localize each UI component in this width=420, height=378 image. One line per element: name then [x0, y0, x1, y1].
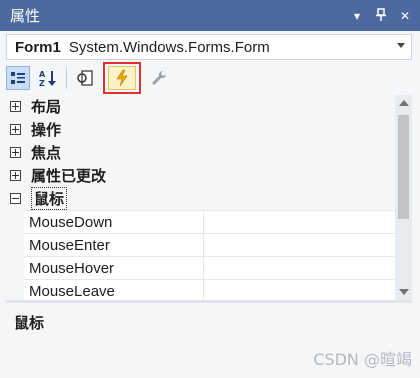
- svg-text:Z: Z: [39, 79, 45, 87]
- object-name: Form1: [15, 38, 61, 56]
- title-controls: ▾ ✕: [350, 0, 412, 31]
- category-mouse[interactable]: 鼠标: [6, 187, 395, 210]
- property-grid: 布局 操作 焦点 属性已更改 鼠标 MouseDown MouseEnter M…: [6, 95, 395, 300]
- event-handler-field[interactable]: [204, 257, 395, 279]
- svg-text:A: A: [39, 70, 46, 79]
- alphabetical-button[interactable]: A Z: [36, 66, 60, 90]
- event-name: MouseEnter: [24, 234, 204, 256]
- category-label: 鼠标: [31, 187, 68, 210]
- expand-icon[interactable]: [10, 147, 21, 158]
- close-icon[interactable]: ✕: [398, 10, 412, 22]
- scroll-down-icon[interactable]: [399, 289, 409, 295]
- category-label: 焦点: [31, 144, 62, 162]
- event-handler-field[interactable]: [204, 211, 395, 233]
- event-name: MouseHover: [24, 257, 204, 279]
- watermark: CSDN @暄竭: [313, 350, 412, 369]
- description-title: 鼠标: [14, 314, 45, 332]
- category-layout[interactable]: 布局: [6, 95, 395, 118]
- event-name: MouseDown: [24, 211, 204, 233]
- title-bar[interactable]: 属性 ▾ ✕: [0, 0, 420, 31]
- category-label: 操作: [31, 121, 62, 139]
- properties-toolbar: A Z: [6, 62, 412, 94]
- event-handler-field[interactable]: [204, 280, 395, 300]
- object-selector[interactable]: Form1 System.Windows.Forms.Form: [6, 34, 412, 60]
- alphabetical-sort-icon: A Z: [39, 70, 56, 87]
- panel-title: 属性: [10, 7, 41, 25]
- category-focus[interactable]: 焦点: [6, 141, 395, 164]
- event-row-mousedown[interactable]: MouseDown: [24, 210, 395, 233]
- category-property-changed[interactable]: 属性已更改: [6, 164, 395, 187]
- events-button[interactable]: [103, 62, 141, 94]
- expand-icon[interactable]: [10, 101, 21, 112]
- event-handler-field[interactable]: [204, 234, 395, 256]
- property-pages-button[interactable]: [73, 66, 97, 90]
- expand-icon[interactable]: [10, 124, 21, 135]
- object-type: System.Windows.Forms.Form: [68, 38, 270, 56]
- collapse-icon[interactable]: [10, 193, 21, 204]
- events-lightning-icon: [116, 69, 128, 87]
- category-label: 布局: [31, 98, 62, 116]
- event-row-mouseleave[interactable]: MouseLeave: [24, 279, 395, 300]
- properties-panel: 属性 ▾ ✕ Form1 System.Windows.Forms.Form A…: [0, 0, 420, 378]
- category-action[interactable]: 操作: [6, 118, 395, 141]
- wrench-icon: [152, 70, 167, 85]
- settings-button[interactable]: [147, 66, 171, 90]
- scroll-up-icon[interactable]: [399, 100, 409, 106]
- event-row-mousehover[interactable]: MouseHover: [24, 256, 395, 279]
- dropdown-arrow-icon[interactable]: ▾: [350, 10, 364, 22]
- chevron-down-icon[interactable]: [397, 43, 405, 48]
- scroll-thumb[interactable]: [398, 115, 409, 219]
- event-name: MouseLeave: [24, 280, 204, 300]
- toolbar-separator: [66, 67, 67, 89]
- categorized-button[interactable]: [6, 66, 30, 90]
- pin-icon[interactable]: [374, 7, 388, 24]
- category-label: 属性已更改: [31, 167, 107, 185]
- categorized-icon: [11, 72, 25, 84]
- expand-icon[interactable]: [10, 170, 21, 181]
- event-row-mouseenter[interactable]: MouseEnter: [24, 233, 395, 256]
- properties-page-icon: [77, 70, 93, 86]
- vertical-scrollbar[interactable]: [395, 95, 412, 300]
